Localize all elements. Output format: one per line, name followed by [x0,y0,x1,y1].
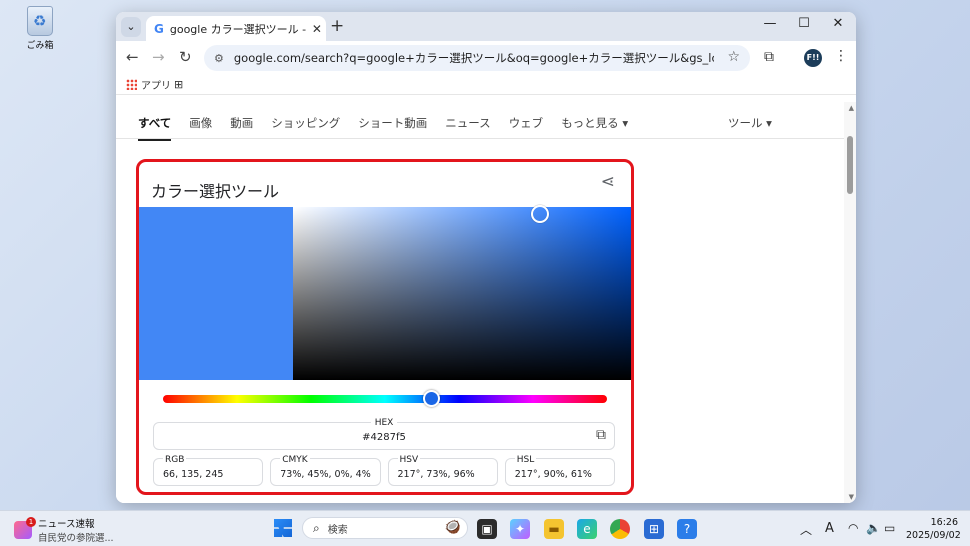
search-highlight-icon: 🥥 [444,520,461,535]
rgb-label: RGB [163,455,187,465]
rgb-value[interactable]: 66, 135, 245 [163,469,223,480]
new-tab-button[interactable]: + [330,16,344,36]
hex-label: HEX [370,418,398,428]
bookmark-star-icon[interactable]: ☆ [727,49,740,65]
color-fields: RGB 66, 135, 245 CMYK 73%, 45%, 0%, 4% H… [153,455,615,486]
news-icon: 1 [14,517,36,539]
taskbar-search[interactable]: ⌕ 検索 🥥 [302,517,468,539]
clock-time: 16:26 [930,517,958,528]
scroll-up-arrow-icon[interactable]: ▲ [849,104,854,112]
tab-groups-icon[interactable]: ⊞ [174,78,183,91]
hue-slider[interactable] [163,395,607,403]
share-icon[interactable]: ⋖ [601,172,615,192]
google-favicon-icon: G [154,21,164,36]
copy-icon[interactable]: ⧉ [596,427,606,443]
extensions-icon[interactable]: ⧉ [764,49,774,65]
hex-field[interactable]: HEX #4287f5 ⧉ [153,418,615,450]
address-bar[interactable]: ⚙ google.com/search?q=google+カラー選択ツール&oq… [204,45,750,71]
task-view-icon[interactable]: ▣ [477,519,497,539]
hsv-value[interactable]: 217°, 73%, 96% [398,469,475,480]
color-picker-title: カラー選択ツール [151,182,280,201]
hsl-label: HSL [514,455,537,465]
apps-grid-icon [126,79,137,90]
tabs-divider [116,138,844,139]
clock-date: 2025/09/02 [906,530,961,541]
minimize-button[interactable]: — [760,16,780,31]
active-tab[interactable]: G google カラー選択ツール - Google ✕ [146,16,326,41]
bookmark-apps-label: アプリ [141,81,171,92]
cmyk-label: CMYK [280,455,310,465]
taskbar-search-placeholder: 検索 [327,524,348,536]
cmyk-value[interactable]: 73%, 45%, 0%, 4% [280,469,371,480]
hsl-value[interactable]: 217°, 90%, 61% [515,469,592,480]
search-icon: ⌕ [313,520,320,535]
rgb-field[interactable]: RGB 66, 135, 245 [153,455,264,486]
reload-button[interactable]: ↻ [179,48,192,66]
ime-indicator[interactable]: A [825,521,834,536]
copilot-icon[interactable]: ✦ [510,519,530,539]
bookmark-apps[interactable]: アプリ [126,77,171,92]
site-info-icon[interactable]: ⚙ [214,52,224,65]
file-explorer-icon[interactable]: ▬ [544,519,564,539]
start-button-icon[interactable] [274,519,292,537]
browser-window: ⌄ G google カラー選択ツール - Google ✕ + — ☐ ✕ ←… [116,12,856,503]
tools-button[interactable]: ツール ▾ [728,115,772,131]
cmyk-field[interactable]: CMYK 73%, 45%, 0%, 4% [270,455,381,486]
url-text: google.com/search?q=google+カラー選択ツール&oq=g… [233,51,714,65]
menu-icon[interactable]: ⋮ [834,48,848,64]
tray-overflow-icon[interactable]: ︿ [800,521,812,538]
volume-icon[interactable]: 🔈 [866,521,881,535]
news-widget[interactable]: 1 ニュース速報 自民党の参院選... [14,516,114,544]
hsl-field[interactable]: HSL 217°, 90%, 61% [504,455,615,486]
hex-value[interactable]: #4287f5 [154,432,614,443]
toolbar: ← → ↻ ⚙ google.com/search?q=google+カラー選択… [116,41,856,75]
profile-avatar[interactable]: F!! [804,49,822,67]
tab-search-button[interactable]: ⌄ [121,17,141,37]
taskbar: 1 ニュース速報 自民党の参院選... ⌕ 検索 🥥 ▣ ✦ ▬ e ⊞ ? ︿… [0,510,970,546]
recycle-bin-label: ごみ箱 [26,41,54,51]
store-icon[interactable]: ⊞ [644,519,664,539]
news-title: ニュース速報 [38,519,95,530]
bookmarks-bar: アプリ ⊞ [116,75,856,95]
page-content: すべて 画像 動画 ショッピング ショート動画 ニュース ウェブ もっと見る ▾… [116,102,856,503]
title-bar: ⌄ G google カラー選択ツール - Google ✕ + — ☐ ✕ [116,12,856,41]
hsv-label: HSV [397,455,421,465]
saturation-value-area[interactable] [293,207,631,380]
color-picker-card: カラー選択ツール ⋖ HEX #4287f5 ⧉ RGB 66, 135, 24… [136,159,634,495]
battery-icon[interactable]: ▭ [884,521,895,535]
chrome-icon[interactable] [610,519,630,539]
forward-button[interactable]: → [152,48,165,66]
clock[interactable]: 16:26 2025/09/02 [906,516,961,542]
close-window-button[interactable]: ✕ [828,16,848,31]
tab-title: google カラー選択ツール - Google [169,22,308,36]
recycle-bin-icon [27,6,53,36]
recycle-bin[interactable]: ごみ箱 [22,6,58,51]
edge-icon[interactable]: e [577,519,597,539]
close-tab-icon[interactable]: ✕ [312,22,322,36]
scroll-down-arrow-icon[interactable]: ▼ [849,493,854,501]
page-scrollbar[interactable]: ▲ ▼ [844,102,856,503]
scroll-thumb[interactable] [847,136,853,194]
hue-slider-handle[interactable] [422,390,440,407]
back-button[interactable]: ← [126,48,139,66]
news-badge: 1 [26,517,36,527]
wifi-icon[interactable]: ◠ [848,521,858,535]
hsv-field[interactable]: HSV 217°, 73%, 96% [387,455,498,486]
help-icon[interactable]: ? [677,519,697,539]
news-subtitle: 自民党の参院選... [38,533,114,544]
color-swatch [139,207,293,380]
maximize-button[interactable]: ☐ [794,16,814,31]
saturation-value-handle[interactable] [530,204,549,223]
